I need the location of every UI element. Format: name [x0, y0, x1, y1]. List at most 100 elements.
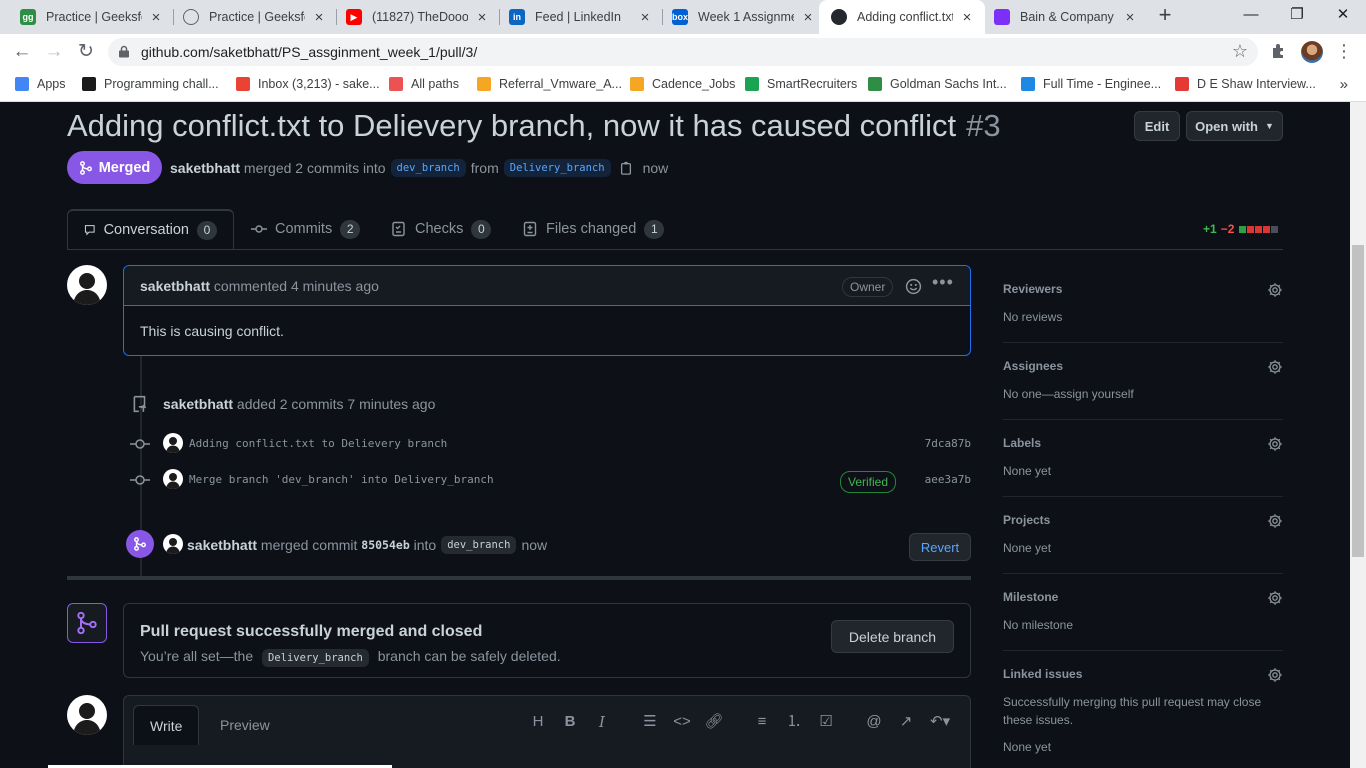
browser-tab[interactable]: in Feed | LinkedIn × — [497, 0, 663, 34]
bookmark-item[interactable]: Cadence_Jobs — [630, 77, 735, 91]
comment-author[interactable]: saketbhatt — [140, 278, 210, 294]
tab-close-icon[interactable]: × — [474, 9, 490, 26]
quote-icon[interactable]: ☰ — [640, 712, 660, 732]
tab-close-icon[interactable]: × — [1122, 9, 1138, 26]
commit-author-avatar[interactable] — [163, 469, 183, 489]
italic-icon[interactable]: I — [592, 712, 612, 732]
base-branch-label[interactable]: dev_branch — [390, 159, 466, 177]
browser-tab[interactable]: Bain & Company | × — [982, 0, 1148, 34]
heading-icon[interactable]: H — [528, 712, 548, 732]
commit-sha-link[interactable]: 7dca87b — [925, 437, 971, 450]
gear-icon[interactable] — [1267, 359, 1283, 375]
bookmark-item[interactable]: D E Shaw Interview... — [1175, 77, 1316, 91]
bullet-list-icon[interactable]: ≡ — [752, 712, 772, 732]
profile-avatar[interactable] — [1301, 41, 1323, 63]
gear-icon[interactable] — [1267, 667, 1283, 683]
head-branch-label[interactable]: Delivery_branch — [503, 159, 611, 177]
sidebar-section-title[interactable]: Assignees — [1003, 359, 1063, 373]
preview-tab[interactable]: Preview — [220, 705, 270, 745]
scrollbar-thumb[interactable] — [1352, 245, 1364, 557]
commits-event-author[interactable]: saketbhatt — [163, 396, 233, 412]
open-with-button[interactable]: Open with ▼ — [1186, 111, 1283, 141]
maximize-button[interactable]: ❐ — [1274, 0, 1320, 30]
bookmark-item[interactable]: All paths — [389, 77, 459, 91]
bain-icon — [994, 9, 1010, 25]
browser-tab[interactable]: box Week 1 Assignment × — [660, 0, 826, 34]
copy-icon[interactable] — [619, 161, 633, 175]
merge-author-avatar[interactable] — [163, 534, 183, 554]
gear-icon[interactable] — [1267, 436, 1283, 452]
commit-message-link[interactable]: Adding conflict.txt to Delievery branch — [189, 437, 447, 450]
tab-conversation[interactable]: Conversation 0 — [67, 209, 234, 249]
sidebar-section-title[interactable]: Reviewers — [1003, 282, 1062, 296]
bookmark-item[interactable]: Apps — [15, 77, 66, 91]
browser-tab[interactable]: ▶ (11827) TheDooo × — [334, 0, 500, 34]
current-user-avatar[interactable] — [67, 695, 107, 735]
comment-author-avatar[interactable] — [67, 265, 107, 305]
task-list-icon[interactable]: ☑ — [816, 712, 836, 732]
delete-branch-button[interactable]: Delete branch — [831, 620, 954, 653]
new-tab-button[interactable]: + — [1153, 4, 1177, 28]
reply-icon[interactable]: ↶▾ — [930, 712, 950, 732]
reload-icon[interactable]: ↻ — [72, 38, 100, 66]
bookmark-item[interactable]: Goldman Sachs Int... — [868, 77, 1007, 91]
verified-badge[interactable]: Verified — [840, 471, 897, 493]
kebab-menu-icon[interactable]: ••• — [932, 272, 954, 293]
edit-title-button[interactable]: Edit — [1134, 111, 1180, 141]
tab-close-icon[interactable]: × — [800, 9, 816, 26]
pr-author-link[interactable]: saketbhatt — [170, 160, 240, 176]
commit-message-link[interactable]: Merge branch 'dev_branch' into Delivery_… — [189, 473, 494, 486]
sidebar-section-title[interactable]: Projects — [1003, 513, 1050, 527]
page-scrollbar[interactable] — [1350, 102, 1366, 768]
browser-tab-title: Bain & Company | — [1020, 10, 1116, 24]
bookmark-item[interactable]: Full Time - Enginee... — [1021, 77, 1161, 91]
bookmark-item[interactable]: SmartRecruiters — [745, 77, 857, 91]
merge-event-author[interactable]: saketbhatt — [187, 537, 257, 553]
write-tab[interactable]: Write — [133, 705, 199, 745]
commit-sha-link[interactable]: aee3a7b — [925, 473, 971, 486]
code-icon[interactable]: <> — [672, 712, 692, 732]
tab-checks[interactable]: Checks 0 — [391, 209, 492, 249]
comment-meta[interactable]: commented 4 minutes ago — [214, 278, 379, 294]
chrome-menu-icon[interactable]: ⋮ — [1334, 40, 1354, 64]
gear-icon[interactable] — [1267, 590, 1283, 606]
back-icon[interactable]: ← — [8, 38, 36, 66]
link-icon[interactable]: 🔗︎ — [704, 712, 724, 732]
merge-commit-sha[interactable]: 85054eb — [361, 538, 409, 552]
gear-icon[interactable] — [1267, 513, 1283, 529]
bookmark-item[interactable]: Referral_Vmware_A... — [477, 77, 622, 91]
sidebar-section-title[interactable]: Labels — [1003, 436, 1041, 450]
merge-status-subtext: You’re all set—the Delivery_branch branc… — [140, 648, 561, 667]
browser-tab[interactable]: Adding conflict.txt × — [819, 0, 985, 34]
close-window-button[interactable]: ✕ — [1320, 0, 1366, 30]
bookmark-star-icon[interactable]: ☆ — [1232, 41, 1248, 62]
tab-close-icon[interactable]: × — [311, 9, 327, 26]
bookmark-item[interactable]: Inbox (3,213) - sake... — [236, 77, 380, 91]
sidebar-section-title[interactable]: Linked issues — [1003, 667, 1082, 681]
extensions-puzzle-icon[interactable] — [1270, 42, 1288, 60]
sidebar-section-title[interactable]: Milestone — [1003, 590, 1058, 604]
bookmark-item[interactable]: Programming chall... — [82, 77, 219, 91]
tab-close-icon[interactable]: × — [148, 9, 164, 26]
merge-event-text2: into — [413, 537, 437, 553]
tab-files-changed[interactable]: Files changed 1 — [522, 209, 665, 249]
bold-icon[interactable]: B — [560, 712, 580, 732]
deletable-branch[interactable]: Delivery_branch — [262, 649, 369, 667]
revert-button[interactable]: Revert — [909, 533, 971, 561]
smiley-reaction-icon[interactable] — [905, 278, 922, 295]
tab-close-icon[interactable]: × — [637, 9, 653, 26]
mention-icon[interactable]: @ — [864, 712, 884, 732]
address-bar[interactable]: github.com/saketbhatt/PS_assginment_week… — [108, 38, 1258, 66]
merge-target-branch[interactable]: dev_branch — [441, 536, 517, 554]
numbered-list-icon[interactable]: ⒈ — [784, 712, 804, 732]
minimize-button[interactable]: — — [1228, 0, 1274, 30]
reference-icon[interactable]: ↗ — [896, 712, 916, 732]
tab-commits[interactable]: Commits 2 — [251, 209, 361, 249]
gear-icon[interactable] — [1267, 282, 1283, 298]
commit-author-avatar[interactable] — [163, 433, 183, 453]
browser-tab[interactable]: Practice | GeeksforGeeks × — [171, 0, 337, 34]
browser-tab[interactable]: gg Practice | GeeksforGeeks × — [8, 0, 174, 34]
bookmarks-overflow-icon[interactable]: » — [1340, 76, 1348, 93]
tab-close-icon[interactable]: × — [959, 9, 975, 26]
forward-icon[interactable]: → — [40, 38, 68, 66]
